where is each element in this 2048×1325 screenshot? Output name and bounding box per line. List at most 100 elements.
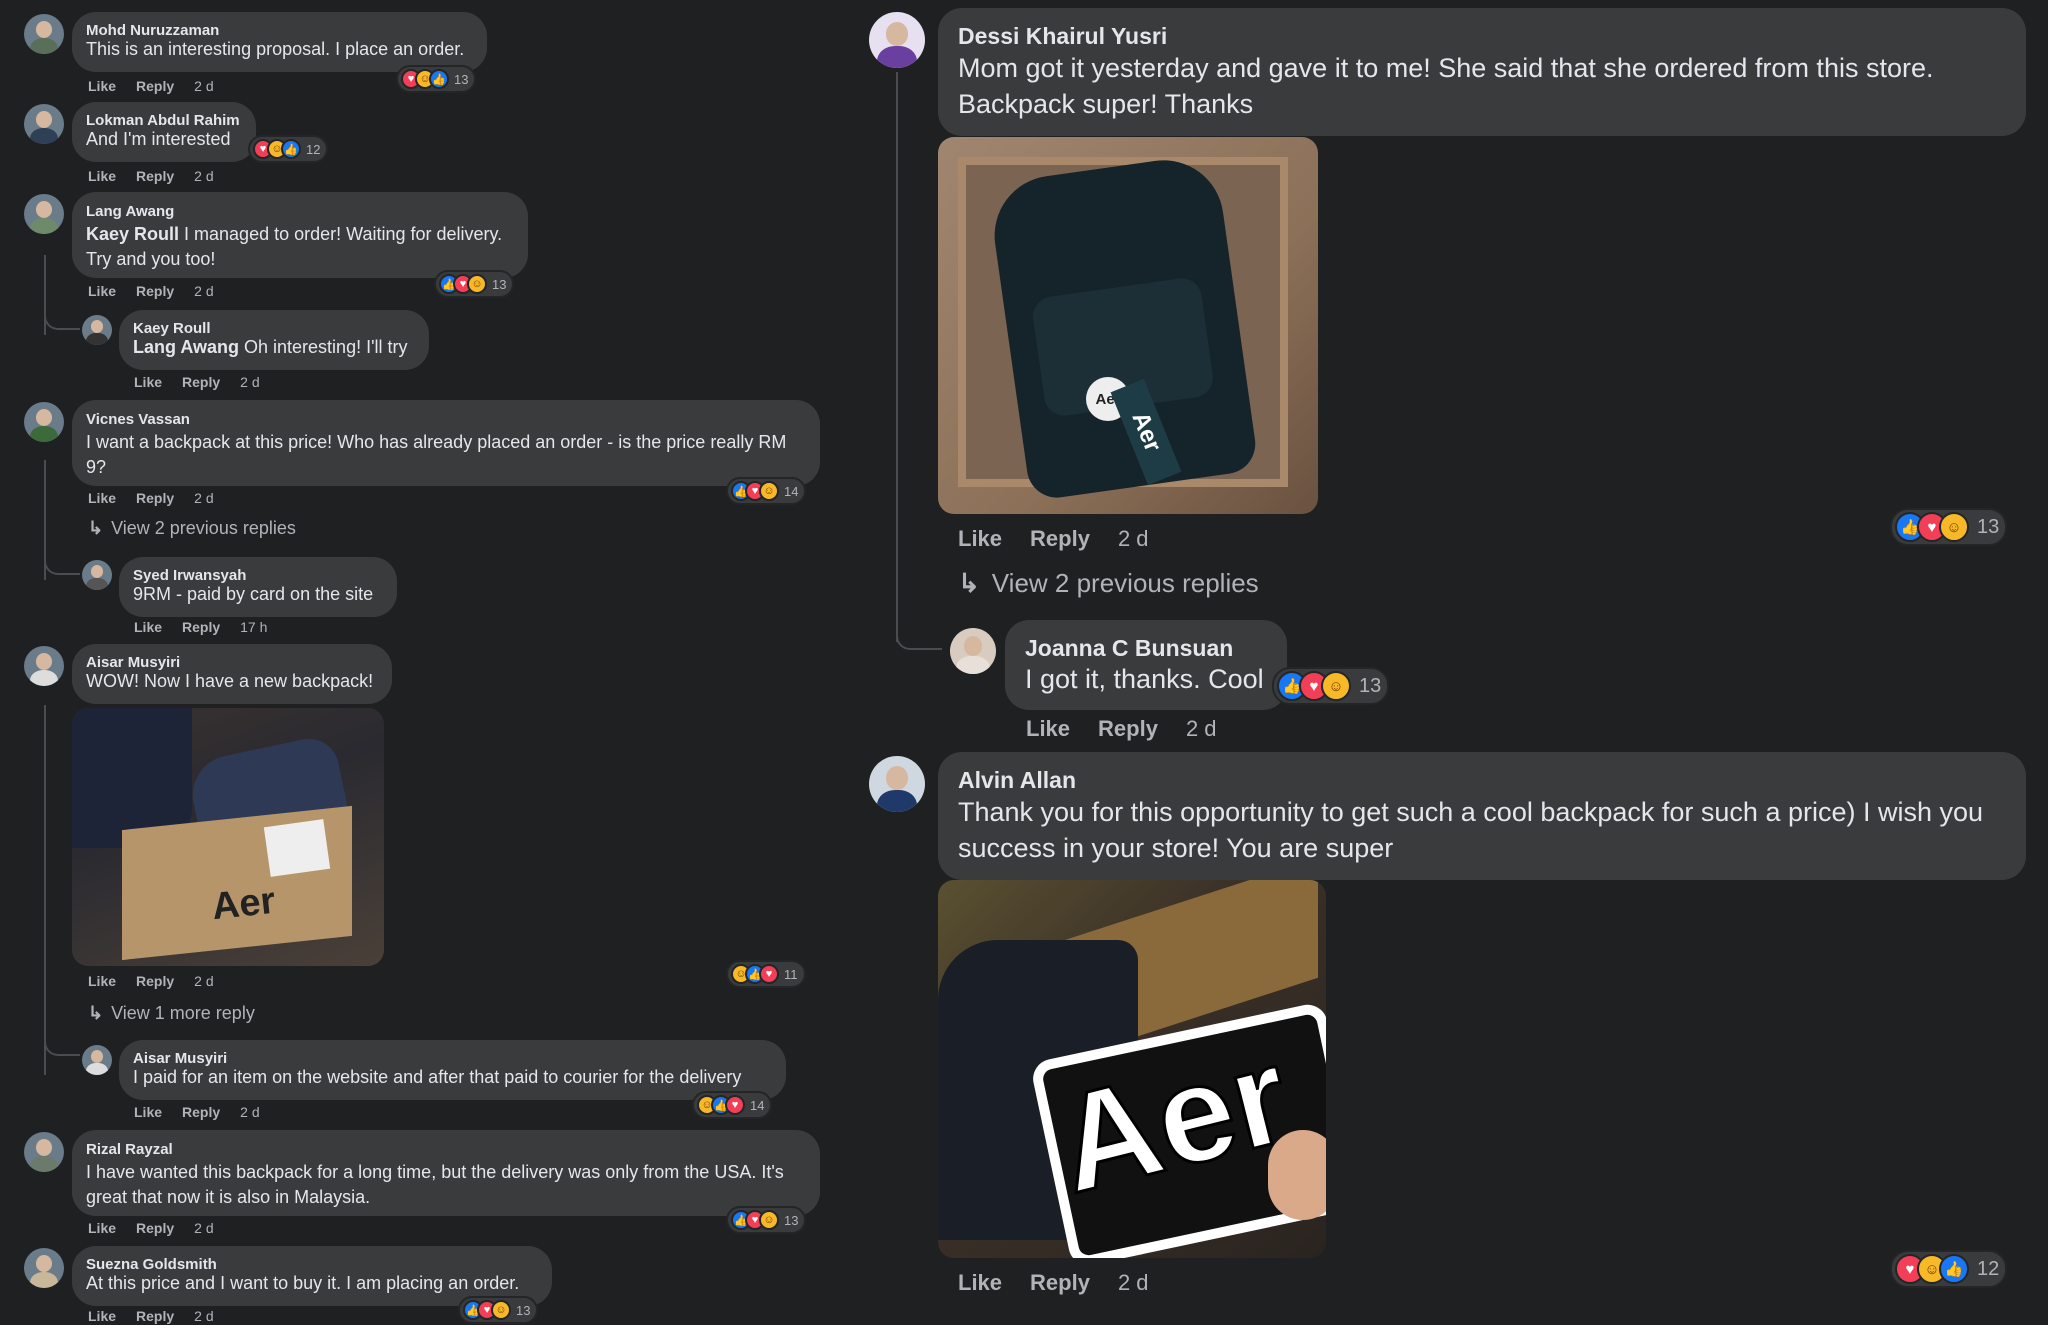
mention-link[interactable]: Lang Awang xyxy=(133,337,239,357)
comment-timestamp[interactable]: 2 d xyxy=(194,168,213,184)
avatar[interactable] xyxy=(869,12,925,68)
view-previous-replies[interactable]: ↳ View 2 previous replies xyxy=(88,518,296,539)
reaction-summary[interactable]: 👍 ♥ ☺ 13 xyxy=(458,1296,539,1324)
reply-button[interactable]: Reply xyxy=(182,1104,220,1120)
comment-timestamp[interactable]: 2 d xyxy=(240,374,259,390)
like-button[interactable]: Like xyxy=(88,78,116,94)
thread-connector xyxy=(44,1030,80,1056)
thumbs-up-icon: 👍 xyxy=(281,139,301,159)
like-button[interactable]: Like xyxy=(88,490,116,506)
reaction-count: 12 xyxy=(306,141,321,157)
avatar[interactable] xyxy=(24,402,64,442)
avatar[interactable] xyxy=(869,756,925,812)
comment-author[interactable]: Suezna Goldsmith xyxy=(86,1256,538,1273)
comment-author[interactable]: Aisar Musyiri xyxy=(86,654,378,671)
reaction-summary[interactable]: 👍 ♥ ☺ 13 xyxy=(726,1206,807,1234)
comment-timestamp[interactable]: 2 d xyxy=(194,78,213,94)
reply-button[interactable]: Reply xyxy=(136,283,174,299)
reply-button[interactable]: Reply xyxy=(136,1308,174,1324)
comment-timestamp[interactable]: 2 d xyxy=(1118,1270,1149,1296)
comment-actions: Like Reply 2 d xyxy=(88,1308,214,1324)
reaction-count: 13 xyxy=(516,1302,531,1318)
avatar[interactable] xyxy=(950,628,996,674)
reply-button[interactable]: Reply xyxy=(136,78,174,94)
like-button[interactable]: Like xyxy=(88,168,116,184)
reaction-summary[interactable]: 👍 ♥ ☺ 13 xyxy=(1890,508,2008,546)
comment-timestamp[interactable]: 2 d xyxy=(194,1308,213,1324)
view-more-replies[interactable]: ↳ View 1 more reply xyxy=(88,1003,255,1024)
thread-connector xyxy=(44,300,80,330)
like-button[interactable]: Like xyxy=(88,1220,116,1236)
comment-timestamp[interactable]: 2 d xyxy=(194,1220,213,1236)
reply-button[interactable]: Reply xyxy=(136,973,174,989)
comment-author[interactable]: Joanna C Bunsuan xyxy=(1025,634,1267,662)
care-emoji-icon: ☺ xyxy=(1939,512,1969,542)
comment-photo[interactable]: Aer xyxy=(72,708,384,966)
comment-timestamp[interactable]: 2 d xyxy=(194,490,213,506)
comment-timestamp[interactable]: 2 d xyxy=(194,283,213,299)
reply-button[interactable]: Reply xyxy=(1098,716,1158,742)
reaction-summary[interactable]: ♥ ☺ 👍 12 xyxy=(1890,1250,2008,1288)
reply-bubble: Syed Irwansyah 9RM - paid by card on the… xyxy=(119,557,397,617)
avatar[interactable] xyxy=(24,194,64,234)
comment-text: This is an interesting proposal. I place… xyxy=(86,39,465,59)
comment-author[interactable]: Lokman Abdul Rahim xyxy=(86,112,242,129)
comment-author[interactable]: Vicnes Vassan xyxy=(86,410,806,430)
like-button[interactable]: Like xyxy=(88,1308,116,1324)
comment-author[interactable]: Dessi Khairul Yusri xyxy=(958,22,2006,50)
avatar[interactable] xyxy=(82,560,112,590)
avatar[interactable] xyxy=(24,104,64,144)
comment-author[interactable]: Alvin Allan xyxy=(958,766,2006,794)
comment-author[interactable]: Aisar Musyiri xyxy=(133,1050,772,1067)
thumbs-up-icon: 👍 xyxy=(1939,1254,1969,1284)
reaction-summary[interactable]: 👍 ♥ ☺ 14 xyxy=(726,477,807,505)
thumbs-up-icon: 👍 xyxy=(429,69,449,89)
like-button[interactable]: Like xyxy=(958,526,1002,552)
reaction-summary[interactable]: ☺ 👍 ♥ 11 xyxy=(726,960,806,988)
comment-photo[interactable]: Aer xyxy=(938,880,1326,1258)
reaction-summary[interactable]: ☺ 👍 ♥ 14 xyxy=(692,1091,773,1119)
reaction-count: 13 xyxy=(784,1212,799,1228)
reply-button[interactable]: Reply xyxy=(136,168,174,184)
reaction-summary[interactable]: ♥ ☺ 👍 13 xyxy=(396,65,477,93)
avatar[interactable] xyxy=(82,1045,112,1075)
like-button[interactable]: Like xyxy=(958,1270,1002,1296)
reaction-summary[interactable]: 👍 ♥ ☺ 13 xyxy=(434,270,515,298)
mention-link[interactable]: Kaey Roull xyxy=(86,224,179,244)
reply-button[interactable]: Reply xyxy=(1030,526,1090,552)
comment-timestamp[interactable]: 17 h xyxy=(240,619,267,635)
reaction-count: 14 xyxy=(750,1097,765,1113)
like-button[interactable]: Like xyxy=(134,619,162,635)
comment-author[interactable]: Rizal Rayzal xyxy=(86,1140,806,1160)
avatar[interactable] xyxy=(24,646,64,686)
reply-button[interactable]: Reply xyxy=(136,1220,174,1236)
reply-button[interactable]: Reply xyxy=(182,374,220,390)
like-button[interactable]: Like xyxy=(88,283,116,299)
reply-button[interactable]: Reply xyxy=(1030,1270,1090,1296)
comment-author[interactable]: Kaey Roull xyxy=(133,320,415,337)
comment-timestamp[interactable]: 2 d xyxy=(240,1104,259,1120)
comment-author[interactable]: Lang Awang xyxy=(86,202,514,222)
reaction-summary[interactable]: ♥ ☺ 👍 12 xyxy=(248,135,329,163)
comment-actions: Like Reply 2 d xyxy=(88,78,214,94)
reply-button[interactable]: Reply xyxy=(182,619,220,635)
comment-timestamp[interactable]: 2 d xyxy=(194,973,213,989)
comment-text: 9RM - paid by card on the site xyxy=(133,584,374,604)
comment-author[interactable]: Mohd Nuruzzaman xyxy=(86,22,473,39)
reply-button[interactable]: Reply xyxy=(136,490,174,506)
avatar[interactable] xyxy=(24,1132,64,1172)
like-button[interactable]: Like xyxy=(1026,716,1070,742)
like-button[interactable]: Like xyxy=(134,374,162,390)
avatar[interactable] xyxy=(24,14,64,54)
reaction-summary[interactable]: 👍 ♥ ☺ 13 xyxy=(1272,667,1390,705)
comment-timestamp[interactable]: 2 d xyxy=(1186,716,1217,742)
avatar[interactable] xyxy=(82,315,112,345)
comment-author[interactable]: Syed Irwansyah xyxy=(133,567,383,584)
like-button[interactable]: Like xyxy=(88,973,116,989)
comment-timestamp[interactable]: 2 d xyxy=(1118,526,1149,552)
view-previous-replies[interactable]: ↳ View 2 previous replies xyxy=(958,568,1259,599)
like-button[interactable]: Like xyxy=(134,1104,162,1120)
aer-logo-text: Aer xyxy=(209,879,278,929)
avatar[interactable] xyxy=(24,1248,64,1288)
comment-photo[interactable]: Aer Aer xyxy=(938,137,1318,514)
